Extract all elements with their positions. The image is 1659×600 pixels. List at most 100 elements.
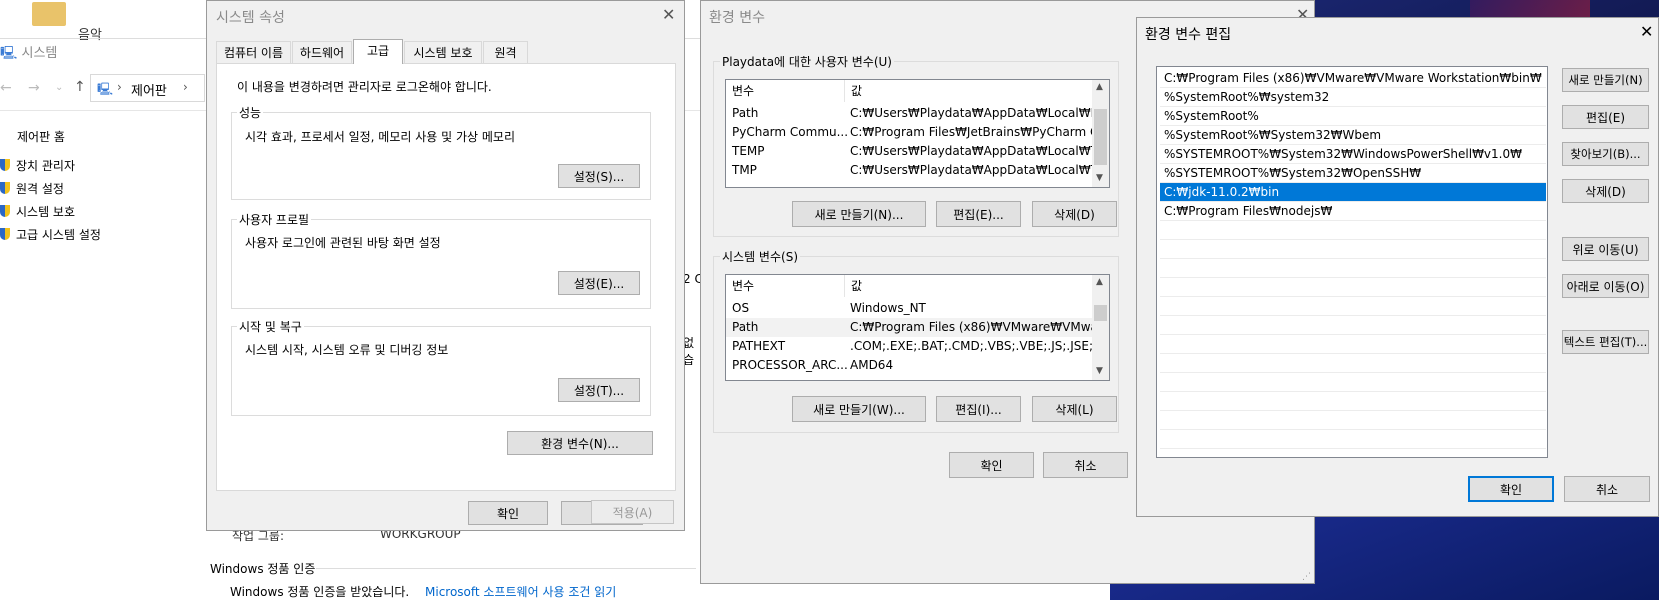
resize-grip-icon[interactable]: ⋰: [1302, 572, 1311, 582]
forward-arrow-icon[interactable]: →: [28, 80, 40, 96]
table-cell[interactable]: .COM;.EXE;.BAT;.CMD;.VBS;.VBE;.JS;.JSE;.…: [850, 337, 1109, 356]
list-item[interactable]: C:₩Program Files₩nodejs₩: [1160, 202, 1546, 221]
list-item-empty[interactable]: [1160, 373, 1546, 392]
column-header-value[interactable]: 값: [851, 82, 862, 101]
ok-button[interactable]: 확인: [468, 501, 548, 525]
cancel-button[interactable]: 취소: [1564, 476, 1650, 502]
scroll-down-icon[interactable]: ▼: [1096, 366, 1103, 376]
table-cell[interactable]: C:₩Program Files₩JetBrains₩PyCharm Co...: [850, 123, 1109, 142]
table-cell[interactable]: C:₩Users₩Playdata₩AppData₩Local₩Temp: [850, 142, 1109, 161]
license-terms-link[interactable]: Microsoft 소프트웨어 사용 조건 읽기: [425, 583, 616, 600]
address-bar[interactable]: 🖳 › 제어판 ›: [90, 74, 205, 102]
performance-settings-button[interactable]: 설정(S)...: [558, 164, 640, 188]
list-item-empty[interactable]: [1160, 297, 1546, 316]
scrollbar-thumb[interactable]: [1094, 109, 1107, 165]
sidebar-item-system-protection[interactable]: 시스템 보호: [0, 203, 75, 220]
list-item-empty[interactable]: [1160, 354, 1546, 373]
user-delete-button[interactable]: 삭제(D): [1032, 201, 1117, 227]
delete-entry-button[interactable]: 삭제(D): [1562, 179, 1649, 203]
list-item-empty[interactable]: [1160, 316, 1546, 335]
table-cell[interactable]: AMD64: [850, 356, 893, 375]
list-item[interactable]: %SystemRoot%: [1160, 107, 1546, 126]
table-cell[interactable]: C:₩Users₩Playdata₩AppData₩Local₩Temp: [850, 161, 1109, 180]
startup-recovery-settings-button[interactable]: 설정(T)...: [558, 378, 640, 402]
table-row[interactable]: Path: [732, 318, 758, 337]
shield-icon: [0, 228, 10, 240]
list-item-empty[interactable]: [1160, 392, 1546, 411]
scrollbar-thumb[interactable]: [1094, 305, 1107, 321]
list-item-empty[interactable]: [1160, 259, 1546, 278]
ok-button[interactable]: 확인: [1468, 476, 1554, 502]
list-item-empty[interactable]: [1160, 278, 1546, 297]
table-cell[interactable]: Windows_NT: [850, 299, 926, 318]
system-new-button[interactable]: 새로 만들기(W)...: [792, 396, 926, 422]
activation-heading: Windows 정품 인증: [210, 562, 316, 576]
move-up-button[interactable]: 위로 이동(U): [1562, 237, 1649, 261]
list-item-empty[interactable]: [1160, 411, 1546, 430]
list-item-empty[interactable]: [1160, 430, 1546, 449]
list-item[interactable]: %SystemRoot%₩System32₩Wbem: [1160, 126, 1546, 145]
up-arrow-icon[interactable]: ↑: [74, 79, 86, 95]
table-row[interactable]: PATHEXT: [732, 337, 785, 356]
list-item-selected[interactable]: C:₩jdk-11.0.2₩bin: [1160, 183, 1546, 202]
chevron-down-icon[interactable]: ⌄: [55, 82, 63, 93]
tab-advanced[interactable]: 고급: [353, 39, 403, 64]
tab-computer-name[interactable]: 컴퓨터 이름: [216, 41, 291, 63]
list-item[interactable]: C:₩Program Files (x86)₩VMware₩VMware Wor…: [1160, 69, 1546, 88]
breadcrumb[interactable]: 제어판: [131, 80, 167, 99]
path-entries-list[interactable]: C:₩Program Files (x86)₩VMware₩VMware Wor…: [1156, 66, 1548, 458]
control-panel-home-link[interactable]: 제어판 홈: [17, 128, 65, 145]
table-row[interactable]: PROCESSOR_ARC...: [732, 356, 848, 375]
user-new-button[interactable]: 새로 만들기(N)...: [792, 201, 926, 227]
system-edit-button[interactable]: 편집(I)...: [936, 396, 1021, 422]
shield-icon: [0, 182, 10, 194]
table-row[interactable]: TEMP: [732, 142, 765, 161]
user-profile-group: [231, 219, 651, 309]
list-item-empty[interactable]: [1160, 221, 1546, 240]
tab-system-protection[interactable]: 시스템 보호: [404, 41, 482, 63]
back-arrow-icon[interactable]: ←: [0, 80, 12, 96]
user-variables-list[interactable]: 변수 값 Path C:₩Users₩Playdata₩AppData₩Loca…: [725, 79, 1110, 188]
table-row[interactable]: OS: [732, 299, 749, 318]
table-row[interactable]: Path: [732, 104, 758, 123]
edit-text-button[interactable]: 텍스트 편집(T)...: [1562, 330, 1649, 354]
close-icon[interactable]: ✕: [1640, 22, 1653, 41]
cancel-button[interactable]: 취소: [1043, 452, 1128, 478]
list-item[interactable]: %SYSTEMROOT%₩System32₩OpenSSH₩: [1160, 164, 1546, 183]
sidebar-item-device-manager[interactable]: 장치 관리자: [0, 157, 75, 174]
table-row[interactable]: PyCharm Commu...: [732, 123, 848, 142]
move-down-button[interactable]: 아래로 이동(O): [1562, 274, 1649, 298]
system-variables-list[interactable]: 변수 값 OS Windows_NT Path C:₩Program Files…: [725, 274, 1110, 381]
list-item-empty[interactable]: [1160, 335, 1546, 354]
list-item[interactable]: %SYSTEMROOT%₩System32₩WindowsPowerShell₩…: [1160, 145, 1546, 164]
scroll-down-icon[interactable]: ▼: [1096, 173, 1103, 183]
sidebar-item-remote-settings[interactable]: 원격 설정: [0, 180, 64, 197]
list-item[interactable]: %SystemRoot%₩system32: [1160, 88, 1546, 107]
browse-button[interactable]: 찾아보기(B)...: [1562, 142, 1649, 166]
scroll-up-icon[interactable]: ▲: [1096, 277, 1103, 287]
tab-hardware[interactable]: 하드웨어: [292, 41, 352, 63]
folder-label[interactable]: 음악: [78, 24, 102, 43]
table-cell[interactable]: C:₩Program Files (x86)₩VMware₩VMware...: [850, 318, 1109, 337]
edit-entry-button[interactable]: 편집(E): [1562, 105, 1649, 129]
new-entry-button[interactable]: 새로 만들기(N): [1562, 68, 1649, 92]
environment-variables-button[interactable]: 환경 변수(N)...: [507, 431, 653, 455]
close-icon[interactable]: ✕: [662, 5, 675, 24]
group-label: 시스템 변수(S): [720, 248, 800, 265]
column-header-variable[interactable]: 변수: [732, 82, 754, 101]
table-cell[interactable]: C:₩Users₩Playdata₩AppData₩Local₩Progr...: [850, 104, 1109, 123]
tab-remote[interactable]: 원격: [483, 41, 528, 63]
user-edit-button[interactable]: 편집(E)...: [936, 201, 1021, 227]
column-header-variable[interactable]: 변수: [732, 277, 754, 296]
system-delete-button[interactable]: 삭제(L): [1032, 396, 1117, 422]
sidebar-item-advanced-settings[interactable]: 고급 시스템 설정: [0, 226, 101, 243]
scrollbar[interactable]: ▲ ▼: [1092, 80, 1109, 187]
scrollbar[interactable]: ▲ ▼: [1092, 275, 1109, 380]
table-row[interactable]: TMP: [732, 161, 757, 180]
ok-button[interactable]: 확인: [949, 452, 1034, 478]
scroll-up-icon[interactable]: ▲: [1096, 82, 1103, 92]
apply-button[interactable]: 적용(A): [591, 500, 674, 524]
list-item-empty[interactable]: [1160, 240, 1546, 259]
user-profile-settings-button[interactable]: 설정(E)...: [558, 271, 640, 295]
column-header-value[interactable]: 값: [851, 277, 862, 296]
